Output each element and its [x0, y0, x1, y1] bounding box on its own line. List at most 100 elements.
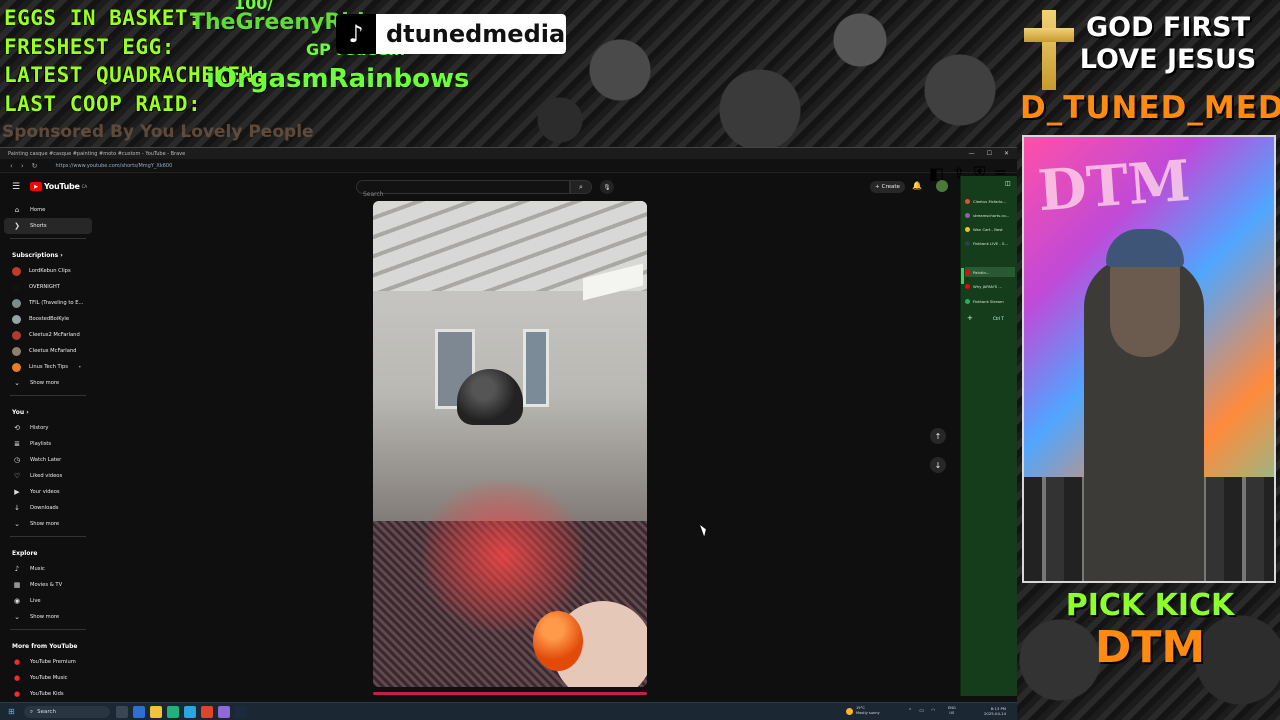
windows-start-icon[interactable]: ⊞ — [8, 707, 15, 716]
dtm-logo-text: DTM — [1094, 622, 1206, 673]
browser-tab[interactable]: Cleetus Mcfarla... — [965, 196, 1015, 206]
faith-text: GOD FIRST LOVE JESUS — [1079, 12, 1257, 75]
short-video-player[interactable] — [373, 201, 647, 687]
sidebar-item-label: Home — [30, 207, 46, 213]
sidebar-item-label: YouTube Premium — [30, 659, 76, 665]
maximize-icon[interactable]: ☐ — [987, 150, 992, 157]
video-helmet — [457, 369, 523, 425]
youtube-wordmark: YouTube — [44, 182, 80, 191]
forward-icon[interactable]: › — [21, 162, 24, 170]
channel-avatar — [12, 298, 21, 308]
brave-icon[interactable] — [201, 706, 213, 718]
sidebar-item-playlists[interactable]: ≣ Playlists — [4, 436, 92, 452]
next-short-button[interactable]: ↓ — [930, 457, 946, 473]
sidebar-item-music[interactable]: ♪ Music — [4, 561, 92, 577]
vertical-tabs-panel: ◫ Cleetus Mcfarla... streamscharts.co...… — [960, 176, 1017, 696]
explore-show-more[interactable]: ⌄ Show more — [4, 609, 92, 625]
browser-tab[interactable]: Why JAPAN'S ... — [965, 281, 1015, 291]
sidebar-item-subscription[interactable]: Linus Tech Tips • — [4, 359, 92, 375]
sidebar-item-label: BoostedBoiKyle — [29, 316, 70, 322]
sidebar-item-subscription[interactable]: TFIL (Traveling to E... — [4, 295, 92, 311]
taskbar-apps — [116, 706, 247, 718]
watch-later-icon: ◷ — [13, 456, 21, 464]
you-show-more[interactable]: ⌄ Show more — [4, 516, 92, 532]
browser-tab[interactable]: Wan Cart - Best — [965, 224, 1015, 234]
subscriptions-heading[interactable]: Subscriptions › — [4, 247, 92, 263]
sidebar-item-youtube-product[interactable]: ● YouTube Kids — [4, 686, 92, 702]
browser-tab[interactable]: Fishtank LIVE - S... — [965, 238, 1015, 248]
video-window — [523, 329, 549, 407]
stream-screen: EGGS IN BASKET: FRESHEST EGG: LATEST QUA… — [0, 0, 1280, 720]
task-view-icon[interactable] — [116, 706, 128, 718]
arrow-down-icon: ↓ — [934, 460, 942, 470]
youtube-logo[interactable]: ▶ YouTube CA — [30, 182, 87, 191]
app-icon[interactable] — [167, 706, 179, 718]
edge-icon[interactable] — [133, 706, 145, 718]
title-bar: Painting casque #casque #painting #moto … — [0, 148, 1017, 159]
app-icon[interactable] — [184, 706, 196, 718]
cross-icon — [1022, 10, 1076, 90]
browser-window: Painting casque #casque #painting #moto … — [0, 147, 1017, 702]
url-field[interactable]: https://www.youtube.com/shorts/MmgY_Xk60… — [56, 163, 173, 169]
arrow-up-icon: ↑ — [934, 431, 942, 441]
sidebar-item-shorts[interactable]: ❯ Shorts — [4, 218, 92, 234]
weather-widget[interactable]: 19°C Mostly sunny — [846, 706, 880, 716]
sidebar-item-subscription[interactable]: Cleetus McFarland — [4, 343, 92, 359]
taskbar-search[interactable]: ⌕ Search — [24, 706, 110, 718]
new-tab-icon[interactable]: + — [967, 314, 973, 322]
sidebar-item-live[interactable]: ◉ Live — [4, 593, 92, 609]
browser-tab[interactable]: Fishtank Stream — [965, 296, 1015, 306]
tab-title: Cleetus Mcfarla... — [973, 198, 1007, 204]
browser-tab[interactable]: streamscharts.co... — [965, 210, 1015, 220]
sidebar-item-movies[interactable]: ▦ Movies & TV — [4, 577, 92, 593]
network-icon[interactable]: ◠ — [931, 708, 935, 714]
sidebar-item-label: LordKebun Clips — [29, 268, 71, 274]
search-input[interactable] — [357, 188, 557, 201]
file-explorer-icon[interactable] — [150, 706, 162, 718]
search-button[interactable]: ⌕ — [570, 180, 592, 194]
clock[interactable]: 8:13 PM 2025-04-14 — [984, 706, 1006, 716]
back-icon[interactable]: ‹ — [10, 162, 13, 170]
sidebar-item-subscription[interactable]: Cleetus2 McFarland — [4, 327, 92, 343]
sidebar-item-liked-videos[interactable]: ♡ Liked videos — [4, 468, 92, 484]
browser-tab[interactable]: Paintin... — [965, 267, 1015, 277]
sidebar-item-downloads[interactable]: ↓ Downloads — [4, 500, 92, 516]
sidebar-item-youtube-product[interactable]: ● YouTube Premium — [4, 654, 92, 670]
create-button[interactable]: + Create — [870, 181, 905, 193]
hamburger-menu-icon[interactable]: ☰ — [12, 182, 20, 192]
notifications-bell-icon[interactable]: 🔔 — [912, 181, 922, 190]
app-icon[interactable] — [218, 706, 230, 718]
minimize-icon[interactable]: — — [969, 150, 975, 157]
sidebar-item-subscription[interactable]: OVERNIGHT — [4, 279, 92, 295]
sidebar-item-label: Shorts — [30, 223, 47, 229]
sidebar-item-label: Cleetus2 McFarland — [29, 332, 80, 338]
sidebar-item-your-videos[interactable]: ▶ Your videos — [4, 484, 92, 500]
active-tab-indicator — [961, 268, 964, 284]
sidebar-item-youtube-product[interactable]: ● YouTube Music — [4, 670, 92, 686]
tray-app-icon[interactable]: ▭ — [919, 708, 924, 714]
close-icon[interactable]: ✕ — [1004, 150, 1009, 157]
sidebar-item-subscription[interactable]: BoostedBoiKyle — [4, 311, 92, 327]
panel-toggle-icon[interactable]: ◫ — [1005, 180, 1011, 187]
sidebar-item-history[interactable]: ⟲ History — [4, 420, 92, 436]
steam-icon[interactable] — [235, 706, 247, 718]
sidebar-item-subscription[interactable]: LordKebun Clips — [4, 263, 92, 279]
language-indicator[interactable]: ENG US — [948, 706, 956, 716]
search-icon: ⌕ — [579, 182, 583, 191]
account-avatar[interactable] — [936, 180, 948, 192]
subscriptions-show-more[interactable]: ⌄ Show more — [4, 375, 92, 391]
sun-icon — [846, 707, 853, 715]
you-heading[interactable]: You › — [4, 404, 92, 420]
tab-favicon-icon — [965, 283, 970, 289]
chevron-up-icon[interactable]: ⌃ — [908, 708, 912, 714]
sidebar-item-home[interactable]: ⌂ Home — [4, 202, 92, 218]
sidebar-item-label: Liked videos — [30, 473, 63, 479]
sidebar-item-label: OVERNIGHT — [29, 284, 60, 290]
sidebar-item-label: YouTube Music — [30, 675, 68, 681]
voice-search-button[interactable]: 🎙 — [600, 180, 614, 194]
sidebar-item-label: Downloads — [30, 505, 59, 511]
reload-icon[interactable]: ↻ — [32, 162, 38, 170]
short-progress-bar[interactable] — [373, 692, 647, 695]
sidebar-item-watch-later[interactable]: ◷ Watch Later — [4, 452, 92, 468]
previous-short-button[interactable]: ↑ — [930, 428, 946, 444]
